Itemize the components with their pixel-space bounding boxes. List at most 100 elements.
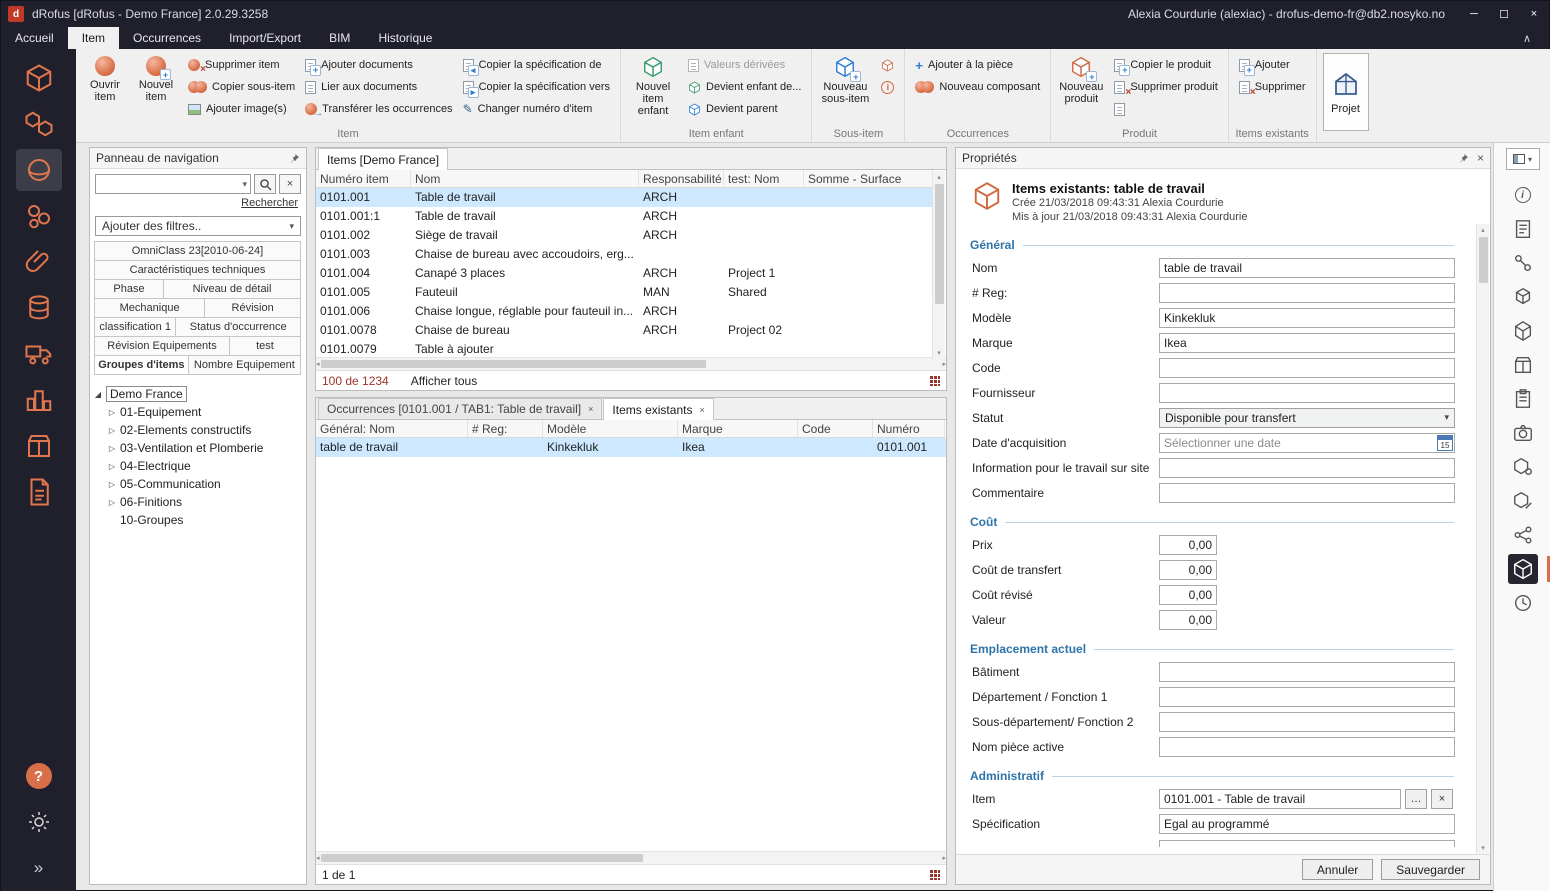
filter-phase[interactable]: Phase	[94, 279, 164, 299]
form-edit-icon[interactable]	[1508, 214, 1538, 244]
col-marque[interactable]: Marque	[678, 420, 798, 437]
gear-icon[interactable]	[16, 801, 62, 843]
camera-icon[interactable]	[1508, 418, 1538, 448]
rechercher-link[interactable]: Rechercher	[90, 196, 306, 212]
tab-groupes-items[interactable]: Groupes d'items	[94, 355, 189, 375]
search-button[interactable]	[254, 174, 276, 194]
chevron-down-icon[interactable]: ▾	[242, 179, 247, 190]
col-numero[interactable]: Numéro	[873, 420, 945, 437]
filter-caracteristiques[interactable]: Caractéristiques techniques	[94, 260, 301, 280]
code-input[interactable]	[1159, 358, 1455, 378]
filter-mechanique[interactable]: Mechanique	[94, 298, 205, 318]
tree-collapsed-icon[interactable]: ▷	[106, 444, 118, 453]
sauvegarder-button[interactable]: Sauvegarder	[1381, 859, 1480, 880]
modele-input[interactable]	[1159, 308, 1455, 328]
delete-existing-item-button[interactable]: ×Supprimer	[1234, 76, 1311, 98]
tab-accueil[interactable]: Accueil	[1, 27, 68, 49]
tree-item-equipement[interactable]: ▷01-Equipement	[92, 403, 304, 421]
cubes-icon[interactable]	[16, 103, 62, 145]
paperclip-icon[interactable]	[16, 241, 62, 283]
marque-input[interactable]	[1159, 333, 1455, 353]
copy-subitem-button[interactable]: Copier sous-item	[183, 76, 300, 98]
departement-input[interactable]	[1159, 687, 1455, 707]
info-travail-input[interactable]	[1159, 458, 1455, 478]
tab-historique[interactable]: Historique	[364, 27, 446, 49]
document-icon[interactable]	[16, 471, 62, 513]
col-modele[interactable]: Modèle	[543, 420, 678, 437]
close-panel-icon[interactable]: ×	[1477, 151, 1484, 165]
col-code[interactable]: Code	[798, 420, 873, 437]
minimize-icon[interactable]: ─	[1459, 1, 1489, 27]
close-icon[interactable]: ×	[1519, 1, 1549, 27]
history-clock-icon[interactable]	[1508, 588, 1538, 618]
table-row[interactable]: 0101.004Canapé 3 placesARCHProject 1	[316, 264, 933, 283]
tab-occurrences-0101-001[interactable]: Occurrences [0101.001 / TAB1: Table de t…	[318, 398, 602, 419]
help-icon[interactable]: ?	[16, 755, 62, 797]
open-item-button[interactable]: Ouvrir item	[81, 52, 129, 118]
panel-layout-button[interactable]: ▾	[1506, 148, 1540, 170]
pin-icon[interactable]	[289, 153, 300, 164]
filter-omniclass[interactable]: OmniClass 23[2010-06-24]	[94, 241, 301, 261]
table-row[interactable]: 0101.003Chaise de bureau avec accoudoirs…	[316, 245, 933, 264]
fournisseur-input[interactable]	[1159, 383, 1455, 403]
tab-items-existants[interactable]: Items existants×	[603, 398, 713, 420]
vertical-scrollbar[interactable]: ▴ ▾	[932, 171, 945, 359]
valeur-input[interactable]	[1159, 610, 1217, 630]
horizontal-scrollbar[interactable]: ◂ ▸	[316, 851, 946, 864]
coins-icon[interactable]	[16, 287, 62, 329]
tree-item-finitions[interactable]: ▷06-Finitions	[92, 493, 304, 511]
sphere-icon[interactable]	[16, 149, 62, 191]
batiment-input[interactable]	[1159, 662, 1455, 682]
close-tab-icon[interactable]: ×	[699, 405, 704, 415]
search-input[interactable]: ▾	[95, 174, 251, 194]
properties-scrollbar[interactable]: ▴ ▾	[1476, 224, 1489, 854]
share-icon[interactable]	[1508, 520, 1538, 550]
spheres-icon[interactable]	[16, 195, 62, 237]
cube-outline-icon[interactable]	[1508, 316, 1538, 346]
table-row[interactable]: 0101.0078Chaise de bureauARCHProject 02	[316, 321, 933, 340]
new-subitem-button[interactable]: + Nouveau sous-item	[817, 52, 873, 118]
existing-items-icon[interactable]	[1508, 554, 1538, 584]
tree-item-electrique[interactable]: ▷04-Electrique	[92, 457, 304, 475]
search-field[interactable]	[99, 177, 242, 191]
tree-item-elements-constructifs[interactable]: ▷02-Elements constructifs	[92, 421, 304, 439]
copy-spec-to-button[interactable]: ▸Copier la spécification vers	[458, 76, 615, 98]
horizontal-scrollbar[interactable]: ◂ ▸	[316, 357, 946, 370]
tree-collapsed-icon[interactable]: ▷	[106, 498, 118, 507]
cube-icon[interactable]	[16, 57, 62, 99]
filter-test[interactable]: test	[229, 336, 301, 356]
column-chooser-icon[interactable]	[929, 375, 940, 386]
table-row[interactable]: 0101.002Siège de travailARCH	[316, 226, 933, 245]
column-chooser-icon[interactable]	[929, 869, 940, 880]
close-tab-icon[interactable]: ×	[588, 404, 593, 414]
maximize-icon[interactable]: ☐	[1489, 1, 1519, 27]
rotate-cube-icon[interactable]	[1508, 282, 1538, 312]
buildings-icon[interactable]	[16, 379, 62, 421]
transfer-occurrences-button[interactable]: →Transférer les occurrences	[300, 98, 457, 120]
table-row[interactable]: 0101.005FauteuilMANShared	[316, 283, 933, 302]
cout-revise-input[interactable]	[1159, 585, 1217, 605]
copy-product-icon-button[interactable]	[1109, 98, 1222, 120]
col-somme-surface[interactable]: Somme - Surface	[804, 170, 933, 187]
cout-transfert-input[interactable]	[1159, 560, 1217, 580]
item-input[interactable]	[1159, 789, 1401, 809]
tree-collapsed-icon[interactable]: ▷	[106, 426, 118, 435]
delete-item-button[interactable]: ×Supprimer item	[183, 54, 300, 76]
tab-occurrences[interactable]: Occurrences	[119, 27, 215, 49]
tab-item[interactable]: Item	[68, 27, 119, 49]
become-child-button[interactable]: Devient enfant de...	[683, 76, 806, 98]
prix-input[interactable]	[1159, 535, 1217, 555]
calendar-icon[interactable]: 15	[1437, 435, 1453, 451]
tree-item-groupes[interactable]: 10-Groupes	[92, 511, 304, 529]
sous-departement-input[interactable]	[1159, 712, 1455, 732]
item-clear-button[interactable]: ×	[1431, 789, 1453, 809]
become-parent-button[interactable]: Devient parent	[683, 98, 806, 120]
col-nom[interactable]: Nom	[411, 170, 639, 187]
add-images-button[interactable]: Ajouter image(s)	[183, 98, 300, 120]
copy-spec-from-button[interactable]: ◂Copier la spécification de	[458, 54, 615, 76]
add-to-room-button[interactable]: +Ajouter à la pièce	[910, 54, 1045, 76]
show-all-link[interactable]: Afficher tous	[411, 374, 477, 388]
new-item-button[interactable]: + Nouvel item	[132, 52, 180, 118]
nom-piece-input[interactable]	[1159, 737, 1455, 757]
table-row[interactable]: 0101.001:1Table de travailARCH	[316, 207, 933, 226]
